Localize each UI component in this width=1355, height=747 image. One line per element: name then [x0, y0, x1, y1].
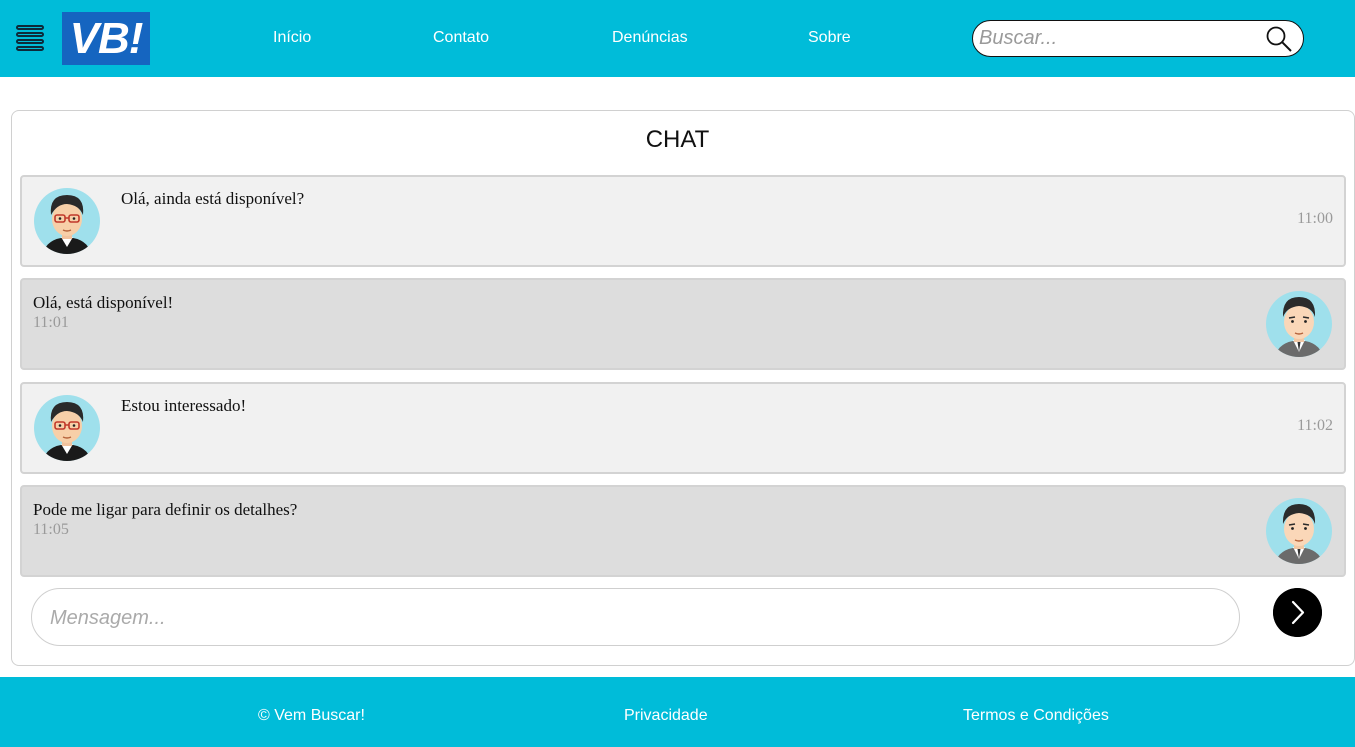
user-avatar-businessman-icon: [1266, 498, 1332, 564]
footer-link-terms[interactable]: Termos e Condições: [963, 707, 1109, 725]
footer-copyright: © Vem Buscar!: [258, 707, 365, 724]
message-text: Pode me ligar para definir os detalhes?: [33, 500, 298, 519]
nav-link-sobre[interactable]: Sobre: [808, 29, 851, 47]
search-input[interactable]: [979, 24, 1259, 53]
chat-message-outgoing: Olá, está disponível! 11:01: [20, 278, 1346, 370]
user-avatar-glasses-icon: [34, 188, 100, 254]
site-logo[interactable]: VB!: [62, 12, 150, 65]
search-icon[interactable]: [1265, 25, 1293, 53]
nav-link-denuncias[interactable]: Denúncias: [612, 29, 688, 47]
chat-title: CHAT: [645, 126, 710, 153]
chat-message-outgoing: Pode me ligar para definir os detalhes? …: [20, 485, 1346, 577]
send-button[interactable]: [1273, 588, 1322, 637]
chat-message-incoming: Olá, ainda está disponível? 11:00: [20, 175, 1346, 267]
hamburger-menu-icon[interactable]: [16, 25, 44, 55]
message-time: 11:05: [33, 521, 69, 538]
message-text: Olá, ainda está disponível?: [121, 189, 305, 208]
user-avatar-glasses-icon: [34, 395, 100, 461]
footer: © Vem Buscar! Privacidade Termos e Condi…: [0, 677, 1355, 747]
top-navbar: VB! Início Contato Denúncias Sobre: [0, 0, 1355, 77]
message-time: 11:01: [33, 314, 69, 331]
chat-message-incoming: Estou interessado! 11:02: [20, 382, 1346, 474]
footer-link-privacy[interactable]: Privacidade: [624, 707, 708, 725]
message-time: 11:02: [1297, 417, 1333, 434]
message-composer: [31, 588, 1240, 646]
message-text: Olá, está disponível!: [33, 293, 174, 312]
message-input[interactable]: [50, 601, 1220, 635]
search-box: [972, 20, 1304, 57]
nav-link-contato[interactable]: Contato: [433, 29, 489, 47]
user-avatar-businessman-icon: [1266, 291, 1332, 357]
message-text: Estou interessado!: [121, 396, 247, 415]
nav-link-inicio[interactable]: Início: [273, 29, 311, 47]
message-time: 11:00: [1297, 210, 1333, 227]
